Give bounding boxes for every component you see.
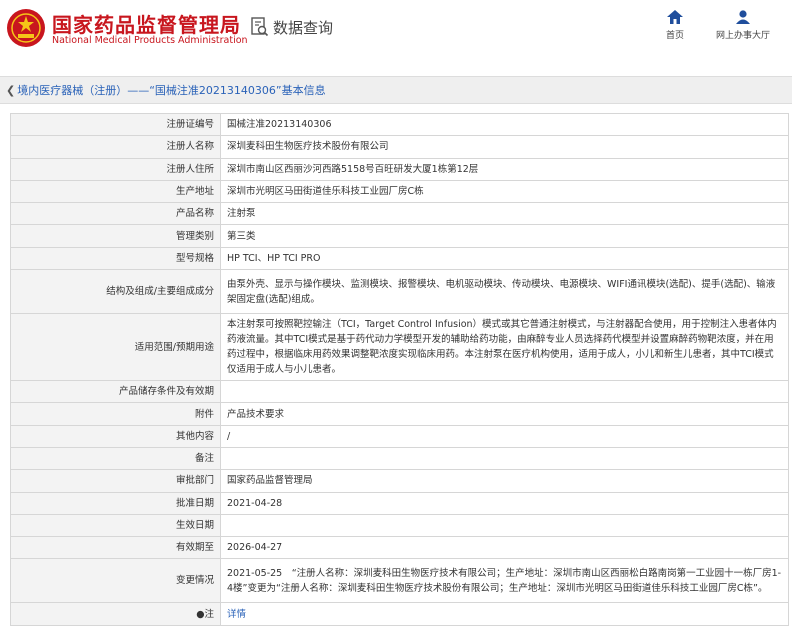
row-value: 第三类 [220,224,789,248]
breadcrumb-text: 境内医疗器械（注册）——“国械注准20213140306”基本信息 [17,84,326,97]
row-label: 批准日期 [10,491,221,515]
row-label: 适用范围/预期用途 [10,313,221,382]
row-value: HP TCI、HP TCI PRO [220,246,789,271]
row-label: 审批部门 [10,469,221,493]
details-link[interactable]: 详情 [227,609,246,620]
table-row: 审批部门 国家药品监督管理局 [10,469,789,493]
site-header: 国家药品监督管理局 National Medical Products Admi… [0,0,792,58]
row-value: 2026-04-27 [220,536,789,560]
table-row: 注册人住所 深圳市南山区西丽沙河西路5158号百旺研发大厦1栋第12层 [10,157,789,181]
data-query-icon [251,17,269,37]
row-label: 附件 [10,402,221,426]
row-value: 由泵外壳、显示与操作模块、监测模块、报警模块、电机驱动模块、传动模块、电源模块、… [220,269,789,315]
user-icon [736,10,750,24]
row-label: 管理类别 [10,224,221,248]
row-label: 变更情况 [10,558,221,604]
row-value: 产品技术要求 [220,402,789,426]
row-value: 本注射泵可按照靶控输注（TCI，Target Control Infusion）… [220,313,789,382]
nav-online-hall-label: 网上办事大厅 [715,31,770,41]
table-row: 结构及组成/主要组成成分 由泵外壳、显示与操作模块、监测模块、报警模块、电机驱动模… [10,269,789,315]
chevron-left-icon: ❮ [6,84,16,97]
brand-subtitle: National Medical Products Administration [52,35,248,46]
row-label: 产品储存条件及有效期 [10,380,221,404]
row-value: 国械注准20213140306 [220,112,789,137]
table-row: 批准日期 2021-04-28 [10,491,789,515]
row-value [220,380,789,404]
row-label: 生效日期 [10,513,221,538]
breadcrumb: ❮ 境内医疗器械（注册）——“国械注准20213140306”基本信息 [0,76,792,104]
row-label: 型号规格 [10,246,221,271]
registration-detail-table: 注册证编号 国械注准20213140306 注册人名称 深圳麦科田生物医疗技术股份有… [10,112,789,626]
brand-title[interactable]: 国家药品监督管理局 [52,9,241,38]
table-row: 适用范围/预期用途 本注射泵可按照靶控输注（TCI，Target Control … [10,313,789,382]
table-row: 型号规格 HP TCI、HP TCI PRO [10,246,789,271]
table-row: 有效期至 2026-04-27 [10,536,789,560]
table-row: 其他内容 / [10,424,789,448]
table-row: 产品储存条件及有效期 [10,380,789,404]
row-label: ●注 [10,602,221,626]
row-label: 其他内容 [10,424,221,448]
nav-home[interactable]: 首页 [660,10,690,41]
table-row: 生效日期 [10,513,789,538]
row-label: 生产地址 [10,179,221,204]
table-row: 注册人名称 深圳麦科田生物医疗技术股份有限公司 [10,135,789,159]
row-label: 注册人住所 [10,157,221,181]
row-value: / [220,424,789,448]
table-row: 附件 产品技术要求 [10,402,789,426]
row-value: 2021-04-28 [220,491,789,515]
nav-home-label: 首页 [665,31,684,41]
row-label: 产品名称 [10,202,221,226]
table-row: 注册证编号 国械注准20213140306 [10,112,789,137]
row-value: 深圳市南山区西丽沙河西路5158号百旺研发大厦1栋第12层 [220,157,789,181]
row-value: 国家药品监督管理局 [220,469,789,493]
row-label: 注册人名称 [10,135,221,159]
row-value: 深圳麦科田生物医疗技术股份有限公司 [220,135,789,159]
table-row: 变更情况 2021-05-25 “注册人名称：深圳麦科田生物医疗技术有限公司；生产… [10,558,789,604]
row-label: 结构及组成/主要组成成分 [10,269,221,315]
row-value: 2021-05-25 “注册人名称：深圳麦科田生物医疗技术有限公司；生产地址：深… [220,558,789,604]
table-row: 管理类别 第三类 [10,224,789,248]
data-query-title[interactable]: 数据查询 [273,17,333,38]
row-value [220,446,789,471]
row-value [220,513,789,538]
row-label: 注册证编号 [10,112,221,137]
row-value: 注射泵 [220,202,789,226]
row-label: 备注 [10,446,221,471]
nav-online-hall[interactable]: 网上办事大厅 [705,10,781,41]
row-value: 深圳市光明区马田街道佳乐科技工业园厂房C栋 [220,179,789,204]
home-icon [667,10,683,24]
table-row: 生产地址 深圳市光明区马田街道佳乐科技工业园厂房C栋 [10,179,789,204]
table-row: 备注 [10,446,789,471]
table-row: ●注 详情 [10,602,789,626]
row-label: 有效期至 [10,536,221,560]
national-emblem-icon [7,9,45,47]
table-row: 产品名称 注射泵 [10,202,789,226]
